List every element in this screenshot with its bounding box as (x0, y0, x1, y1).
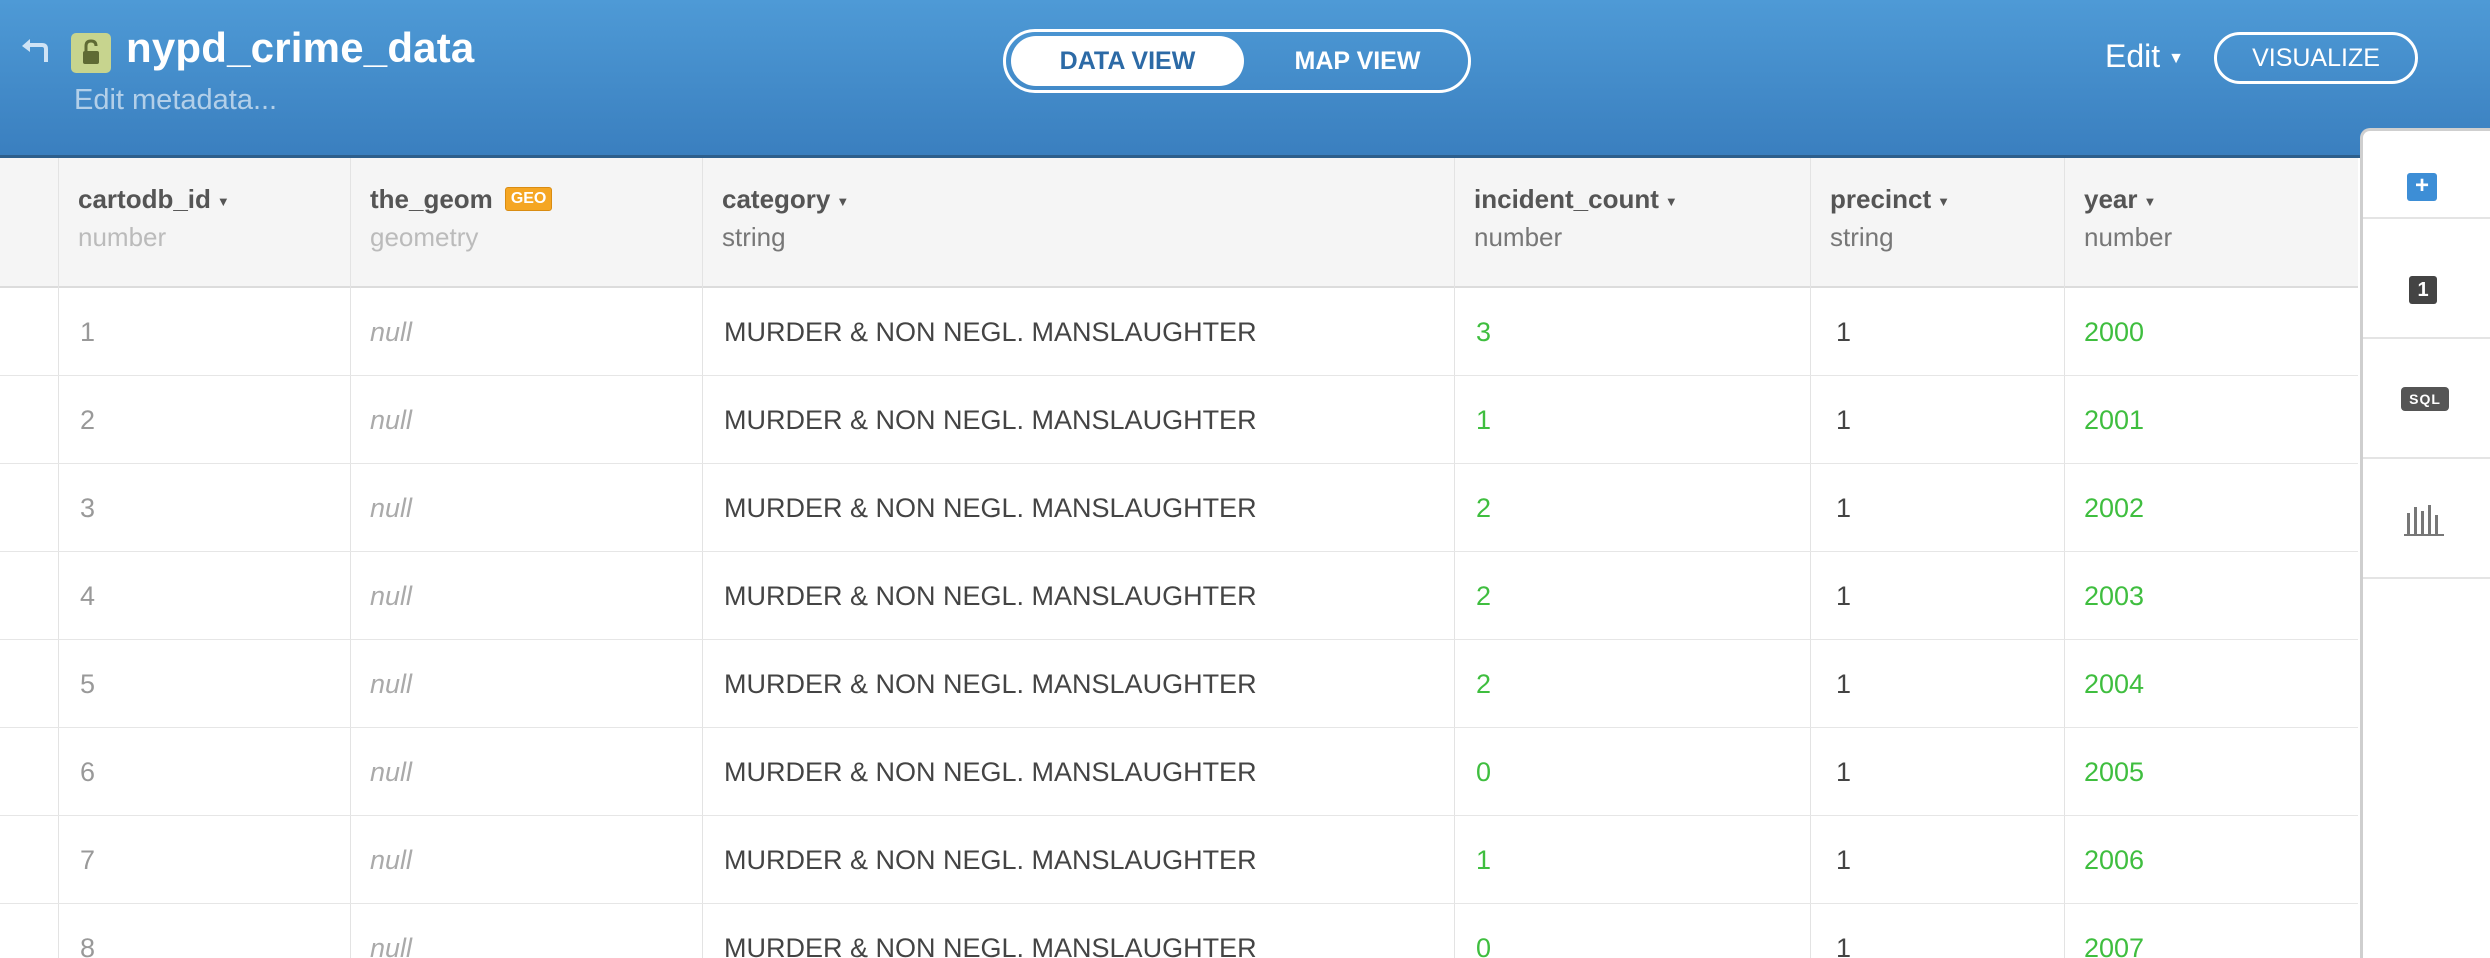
cell-cartodb-id[interactable]: 2 (80, 376, 95, 464)
table-row[interactable]: 5 null MURDER & NON NEGL. MANSLAUGHTER 2… (0, 640, 2358, 728)
column-type: geometry (370, 222, 479, 252)
data-table: cartodb_id ▼ number the_geom GEO geometry … (0, 158, 2358, 958)
unlocked-padlock-icon[interactable] (71, 33, 111, 73)
cell-the-geom[interactable]: null (370, 816, 412, 904)
cell-the-geom[interactable]: null (370, 464, 412, 552)
add-layer-button[interactable]: + (2407, 173, 2437, 201)
caret-down-icon: ▼ (2143, 193, 2157, 209)
bar-chart-icon (2404, 505, 2444, 536)
cell-precinct[interactable]: 1 (1836, 728, 1851, 816)
cell-category[interactable]: MURDER & NON NEGL. MANSLAUGHTER (724, 288, 1257, 376)
cell-year[interactable]: 2003 (2084, 552, 2144, 640)
sql-item[interactable]: SQL (2363, 339, 2490, 459)
chart-item[interactable] (2363, 459, 2490, 579)
edit-label: Edit (2105, 38, 2161, 74)
caret-down-icon: ▼ (1664, 193, 1678, 209)
cell-year[interactable]: 2002 (2084, 464, 2144, 552)
column-header-year[interactable]: year ▼ (2084, 184, 2156, 215)
column-type: string (722, 222, 786, 252)
column-header-cartodb-id[interactable]: cartodb_id ▼ (78, 184, 230, 215)
caret-down-icon: ▼ (216, 193, 230, 209)
table-row[interactable]: 4 null MURDER & NON NEGL. MANSLAUGHTER 2… (0, 552, 2358, 640)
cell-year[interactable]: 2001 (2084, 376, 2144, 464)
cell-precinct[interactable]: 1 (1836, 288, 1851, 376)
cell-category[interactable]: MURDER & NON NEGL. MANSLAUGHTER (724, 904, 1257, 958)
top-header: nypd_crime_data Edit metadata... DATA VI… (0, 0, 2490, 158)
caret-down-icon: ▼ (1937, 193, 1951, 209)
cell-precinct[interactable]: 1 (1836, 464, 1851, 552)
add-layer-item[interactable]: + (2363, 131, 2490, 219)
cell-category[interactable]: MURDER & NON NEGL. MANSLAUGHTER (724, 376, 1257, 464)
table-row[interactable]: 1 null MURDER & NON NEGL. MANSLAUGHTER 3… (0, 288, 2358, 376)
back-arrow-icon[interactable] (18, 34, 52, 68)
cell-cartodb-id[interactable]: 5 (80, 640, 95, 728)
cell-the-geom[interactable]: null (370, 640, 412, 728)
table-row[interactable]: 6 null MURDER & NON NEGL. MANSLAUGHTER 0… (0, 728, 2358, 816)
cell-cartodb-id[interactable]: 6 (80, 728, 95, 816)
cell-incident-count[interactable]: 3 (1476, 288, 1491, 376)
cell-year[interactable]: 2004 (2084, 640, 2144, 728)
cell-category[interactable]: MURDER & NON NEGL. MANSLAUGHTER (724, 640, 1257, 728)
cell-the-geom[interactable]: null (370, 728, 412, 816)
column-header-category[interactable]: category ▼ (722, 184, 849, 215)
column-header-row: cartodb_id ▼ number the_geom GEO geometry … (0, 158, 2358, 288)
column-type: string (1830, 222, 1894, 252)
cell-cartodb-id[interactable]: 7 (80, 816, 95, 904)
table-row[interactable]: 8 null MURDER & NON NEGL. MANSLAUGHTER 0… (0, 904, 2358, 958)
cell-cartodb-id[interactable]: 4 (80, 552, 95, 640)
view-toggle: DATA VIEW MAP VIEW (1003, 29, 1471, 93)
cell-cartodb-id[interactable]: 8 (80, 904, 95, 958)
caret-down-icon: ▼ (836, 193, 850, 209)
column-header-precinct[interactable]: precinct ▼ (1830, 184, 1950, 215)
cell-incident-count[interactable]: 0 (1476, 728, 1491, 816)
column-type: number (78, 222, 167, 252)
right-tools-panel: + 1 SQL (2360, 128, 2490, 958)
cell-cartodb-id[interactable]: 1 (80, 288, 95, 376)
cell-category[interactable]: MURDER & NON NEGL. MANSLAUGHTER (724, 552, 1257, 640)
layers-item[interactable]: 1 (2363, 219, 2490, 339)
table-row[interactable]: 2 null MURDER & NON NEGL. MANSLAUGHTER 1… (0, 376, 2358, 464)
cell-category[interactable]: MURDER & NON NEGL. MANSLAUGHTER (724, 816, 1257, 904)
cell-year[interactable]: 2005 (2084, 728, 2144, 816)
column-header-the-geom[interactable]: the_geom GEO (370, 184, 553, 215)
caret-down-icon: ▼ (2168, 49, 2184, 67)
geo-badge: GEO (504, 187, 553, 212)
cell-cartodb-id[interactable]: 3 (80, 464, 95, 552)
layer-count-badge: 1 (2409, 276, 2437, 304)
sql-icon: SQL (2401, 387, 2449, 411)
visualize-button[interactable]: VISUALIZE (2214, 32, 2418, 84)
cell-the-geom[interactable]: null (370, 288, 412, 376)
cell-the-geom[interactable]: null (370, 552, 412, 640)
cell-incident-count[interactable]: 2 (1476, 552, 1491, 640)
column-type: number (1474, 222, 1563, 252)
cell-precinct[interactable]: 1 (1836, 552, 1851, 640)
cell-incident-count[interactable]: 1 (1476, 376, 1491, 464)
data-view-tab[interactable]: DATA VIEW (1011, 36, 1244, 86)
edit-dropdown[interactable]: Edit ▼ (2105, 38, 2184, 75)
cell-precinct[interactable]: 1 (1836, 640, 1851, 728)
cell-precinct[interactable]: 1 (1836, 376, 1851, 464)
cell-precinct[interactable]: 1 (1836, 816, 1851, 904)
cell-precinct[interactable]: 1 (1836, 904, 1851, 958)
map-view-tab[interactable]: MAP VIEW (1251, 36, 1464, 86)
cell-incident-count[interactable]: 2 (1476, 640, 1491, 728)
cell-the-geom[interactable]: null (370, 904, 412, 958)
edit-metadata-link[interactable]: Edit metadata... (74, 84, 277, 117)
column-type: number (2084, 222, 2173, 252)
cell-year[interactable]: 2006 (2084, 816, 2144, 904)
column-header-incident-count[interactable]: incident_count ▼ (1474, 184, 1678, 215)
cell-category[interactable]: MURDER & NON NEGL. MANSLAUGHTER (724, 464, 1257, 552)
cell-the-geom[interactable]: null (370, 376, 412, 464)
cell-incident-count[interactable]: 2 (1476, 464, 1491, 552)
table-row[interactable]: 7 null MURDER & NON NEGL. MANSLAUGHTER 1… (0, 816, 2358, 904)
cell-year[interactable]: 2000 (2084, 288, 2144, 376)
cell-incident-count[interactable]: 1 (1476, 816, 1491, 904)
cell-incident-count[interactable]: 0 (1476, 904, 1491, 958)
cell-category[interactable]: MURDER & NON NEGL. MANSLAUGHTER (724, 728, 1257, 816)
table-row[interactable]: 3 null MURDER & NON NEGL. MANSLAUGHTER 2… (0, 464, 2358, 552)
dataset-title[interactable]: nypd_crime_data (126, 24, 474, 72)
cell-year[interactable]: 2007 (2084, 904, 2144, 958)
